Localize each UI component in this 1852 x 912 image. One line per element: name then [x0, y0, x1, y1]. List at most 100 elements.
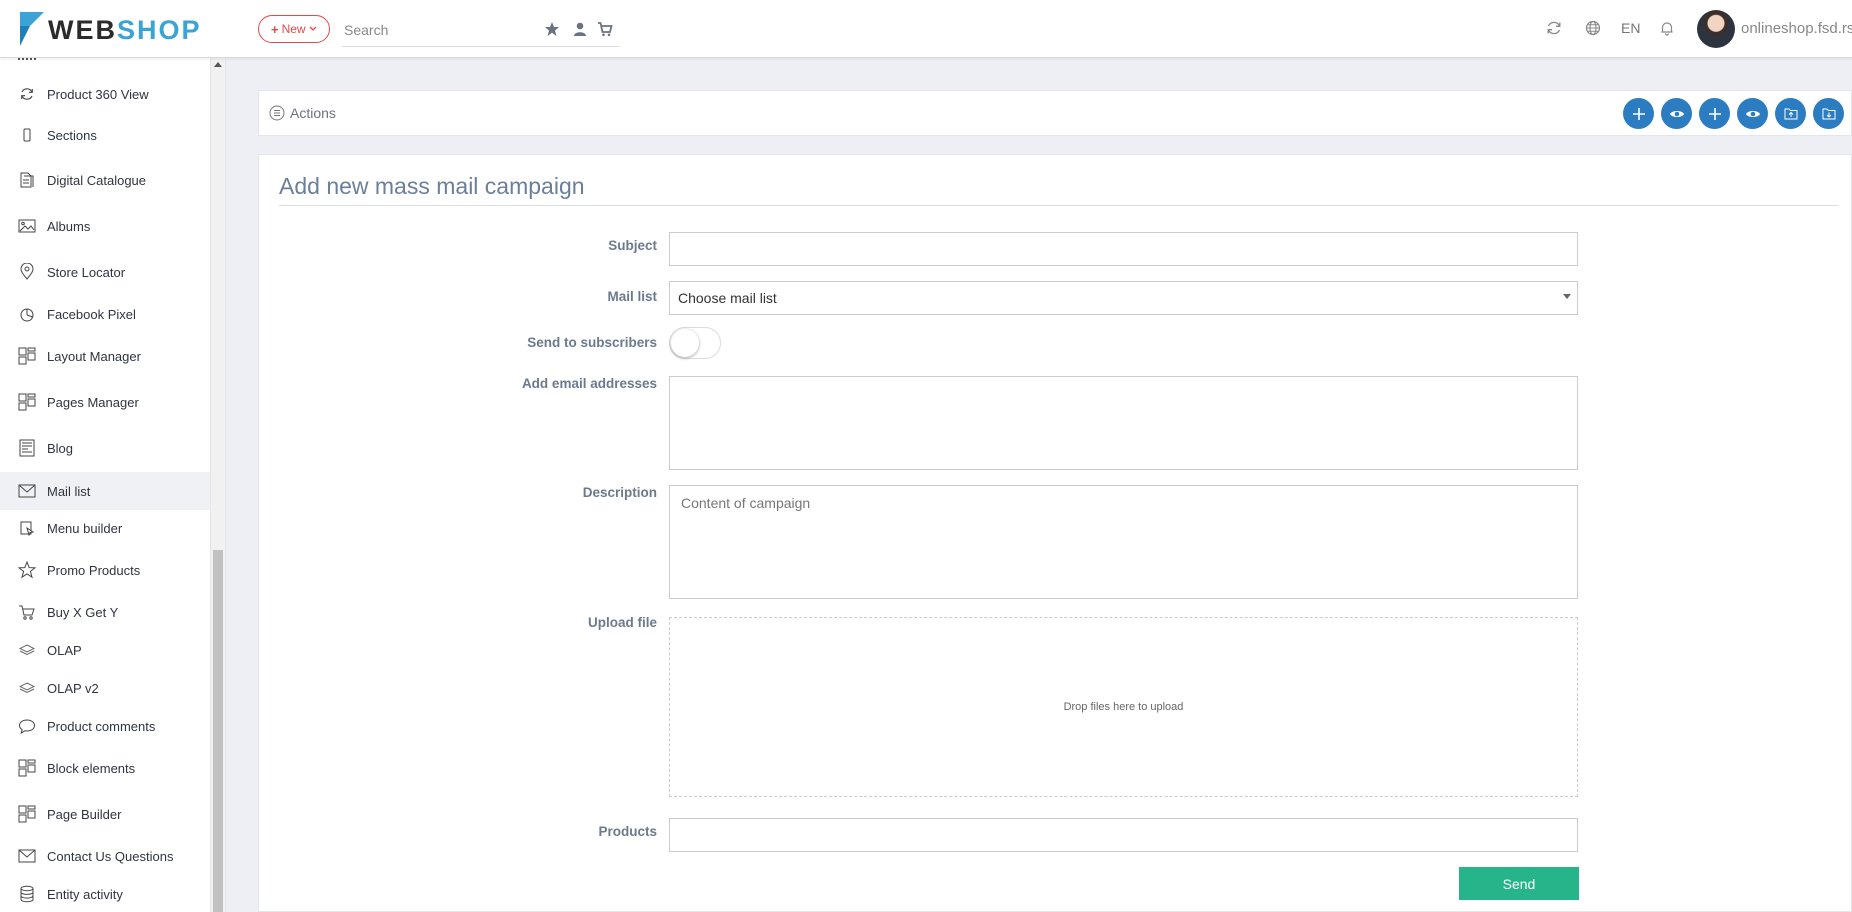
file-dropzone[interactable]: Drop files here to upload: [669, 617, 1578, 797]
mail-icon: [18, 847, 36, 865]
sidebar-item-label: Entity activity: [47, 886, 123, 902]
eye-icon: [1745, 110, 1760, 117]
list-circle-icon: [269, 105, 285, 121]
sidebar-item-label: Layout Manager: [47, 348, 141, 364]
sidebar-item-label: Product 360 View: [47, 86, 149, 102]
sidebar-item-label: Sections: [47, 127, 97, 143]
sidebar-item-label: Contact Us Questions: [47, 848, 174, 864]
sidebar-item-albums[interactable]: Albums: [0, 207, 210, 245]
actions-bar: Actions: [258, 90, 1852, 136]
folder-import-icon: [1822, 108, 1835, 120]
sidebar-item-pages-manager[interactable]: Pages Manager: [0, 383, 210, 421]
top-bar: WEBSHOP + New EN onlineshop.fsd.rs: [0, 0, 1852, 58]
mail-icon: [18, 482, 36, 500]
sidebar-item-product-360-view[interactable]: Product 360 View: [0, 75, 210, 113]
send-to-subscribers-toggle[interactable]: [669, 327, 721, 359]
actions-menu[interactable]: Actions: [269, 105, 336, 121]
map-pin-icon: [18, 263, 36, 281]
shop-domain[interactable]: onlineshop.fsd.rs: [1741, 20, 1852, 37]
blog-icon: [18, 439, 36, 457]
sidebar-item-label: Promo Products: [47, 562, 141, 578]
sidebar-item-label: OLAP v2: [47, 680, 99, 696]
sidebar-item-label: OLAP: [47, 642, 82, 658]
mail-list-select[interactable]: Choose mail list: [669, 281, 1578, 315]
scroll-thumb[interactable]: [213, 550, 223, 912]
layers-icon: [18, 641, 36, 659]
avatar[interactable]: [1697, 10, 1735, 48]
layers-icon: [18, 679, 36, 697]
sidebar-item-label: Albums: [47, 218, 91, 234]
user-icon[interactable]: [572, 21, 588, 37]
toggle-knob: [671, 329, 699, 357]
sidebar-item-page-builder[interactable]: Page Builder: [0, 795, 210, 833]
sidebar-item-mail-list[interactable]: Mail list: [0, 472, 210, 510]
preview-button[interactable]: [1737, 98, 1768, 129]
page-title: Add new mass mail campaign: [279, 173, 585, 199]
sidebar-item-olap[interactable]: OLAP: [0, 631, 210, 669]
refresh-icon[interactable]: [1546, 20, 1562, 36]
subject-input[interactable]: [669, 232, 1578, 266]
sidebar-item-menu-builder[interactable]: Menu builder: [0, 509, 210, 547]
mail-list-selected-value: Choose mail list: [678, 290, 777, 306]
import-button[interactable]: [1813, 98, 1844, 129]
sidebar-item-digital-catalogue[interactable]: Digital Catalogue: [0, 161, 210, 199]
bell-icon[interactable]: [1659, 20, 1675, 36]
logo-text-web: WEB: [48, 14, 117, 45]
actions-label: Actions: [290, 105, 336, 121]
webshop-logo[interactable]: WEBSHOP: [18, 10, 202, 50]
scroll-up-arrow-icon[interactable]: [214, 62, 222, 67]
star-icon[interactable]: [544, 21, 560, 37]
preview-button[interactable]: [1661, 98, 1692, 129]
export-button[interactable]: [1775, 98, 1806, 129]
eye-icon: [1669, 110, 1684, 117]
logo-text-shop: SHOP: [117, 14, 202, 45]
send-to-subscribers-label: Send to subscribers: [527, 335, 657, 350]
dropzone-hint: Drop files here to upload: [1063, 701, 1184, 713]
subject-label: Subject: [608, 238, 657, 253]
products-input[interactable]: [669, 818, 1578, 852]
sidebar-item-facebook-pixel[interactable]: Facebook Pixel: [0, 295, 210, 333]
sidebar-item-blog[interactable]: Blog: [0, 429, 210, 467]
description-textarea[interactable]: [669, 485, 1578, 599]
caret-down-icon: [1563, 294, 1571, 299]
rotate-icon: [18, 85, 36, 103]
sidebar-item-sections[interactable]: Sections: [0, 116, 210, 154]
search-input[interactable]: [342, 15, 536, 45]
mobile-icon: [18, 126, 36, 144]
sidebar-item-label: Mail list: [47, 483, 91, 499]
sidebar-item-entity-activity[interactable]: Entity activity: [0, 875, 210, 912]
language-selector[interactable]: EN: [1621, 20, 1640, 36]
new-button[interactable]: + New: [258, 15, 330, 43]
add-button[interactable]: [1699, 98, 1730, 129]
sidebar-item-label: Page Builder: [47, 806, 122, 822]
sidebar-item-label: Store Locator: [47, 264, 126, 280]
sidebar-item-buy-x-get-y[interactable]: Buy X Get Y: [0, 593, 210, 631]
catalogue-icon: [18, 171, 36, 189]
sidebar-item-layout-manager[interactable]: Layout Manager: [0, 337, 210, 375]
globe-icon[interactable]: [1585, 20, 1601, 36]
sidebar-item-product-comments[interactable]: Product comments: [0, 707, 210, 745]
products-label: Products: [598, 824, 657, 839]
pie-icon: [18, 305, 36, 323]
chevron-down-icon: [309, 26, 317, 31]
sidebar: Product 360 View Sections Digital Catalo…: [0, 58, 211, 912]
search-box: [342, 15, 620, 47]
layout-icon: [18, 393, 36, 411]
sidebar-item-promo-products[interactable]: Promo Products: [0, 551, 210, 589]
email-addresses-textarea[interactable]: [669, 376, 1578, 470]
new-button-label: New: [281, 22, 306, 36]
image-icon: [18, 217, 36, 235]
sidebar-item-olap-v2[interactable]: OLAP v2: [0, 669, 210, 707]
sidebar-item-contact-us-questions[interactable]: Contact Us Questions: [0, 837, 210, 875]
sidebar-item-block-elements[interactable]: Block elements: [0, 749, 210, 787]
mail-list-label: Mail list: [607, 289, 657, 304]
sidebar-item-label: Block elements: [47, 760, 136, 776]
cart-icon[interactable]: [597, 21, 613, 37]
sidebar-item-store-locator[interactable]: Store Locator: [0, 253, 210, 291]
database-icon: [18, 885, 36, 903]
add-button[interactable]: [1623, 98, 1654, 129]
send-button[interactable]: Send: [1459, 867, 1579, 900]
sidebar-scrollbar[interactable]: [211, 58, 226, 912]
description-label: Description: [582, 485, 657, 500]
plus-icon: +: [271, 21, 279, 37]
